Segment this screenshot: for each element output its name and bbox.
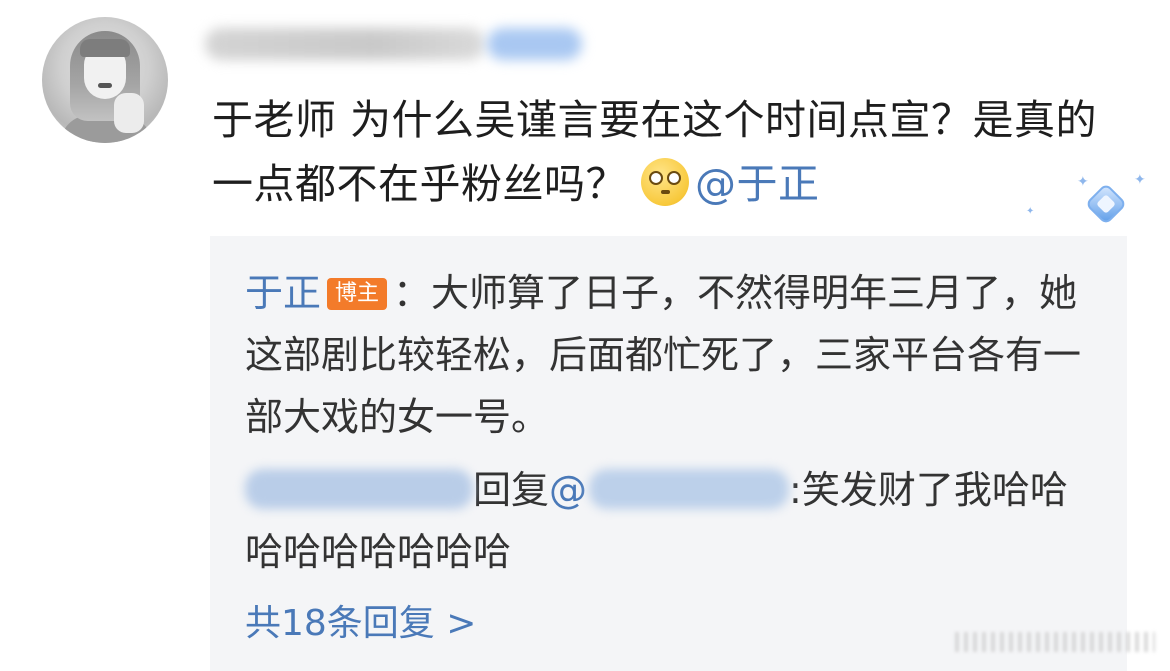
sparkle-icon: ✦ (1077, 174, 1089, 190)
blurred-reply-target[interactable] (589, 469, 790, 509)
blurred-vip-badge (487, 28, 582, 60)
reply-item-blogger[interactable]: 于正 博主 ：大师算了日子，不然得明年三月了，她这部剧比较轻松，后面都忙死了，三家平… (245, 262, 1105, 448)
comment-body: 于老师 为什么吴谨言要在这个时间点宣？是真的一点都不在乎粉丝吗？ @于正 (212, 88, 1112, 216)
view-more-replies-link[interactable]: 共18条回复 > (245, 598, 476, 650)
blogger-tag-badge: 博主 (327, 278, 388, 310)
user-avatar[interactable] (42, 17, 168, 143)
reply-item-user[interactable]: 回复@:笑发财了我哈哈哈哈哈哈哈哈哈 (245, 459, 1105, 583)
sparkle-icon: ✦ (1134, 172, 1146, 188)
reply-author[interactable]: 于正 (245, 271, 321, 315)
mention-link[interactable]: @于正 (695, 160, 820, 208)
rolling-eyes-emoji-icon (641, 158, 689, 206)
reply-action: 回复 (473, 468, 550, 512)
reply-separator: ： (393, 271, 432, 315)
watermark (955, 632, 1155, 652)
reply-at-symbol: @ (549, 468, 588, 512)
sparkle-icon: ✦ (1026, 206, 1035, 217)
diamond-badge-icon (1082, 180, 1130, 228)
blurred-username[interactable] (205, 28, 485, 60)
blurred-reply-author[interactable] (245, 469, 473, 509)
